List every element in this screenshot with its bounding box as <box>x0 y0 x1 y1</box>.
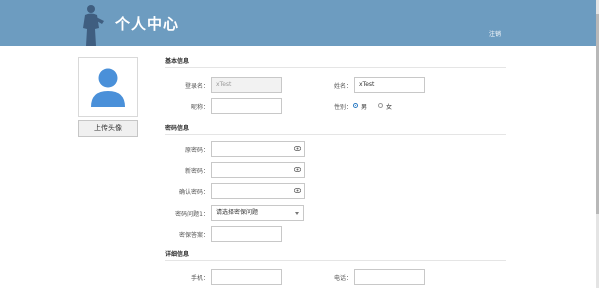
old-password-label: 原密码： <box>184 147 209 154</box>
gender-male-label: 男 <box>361 104 368 111</box>
gender-label: 性别： <box>333 104 352 111</box>
divider <box>165 260 506 261</box>
security-question-select[interactable]: 请选择密保问题 <box>211 205 304 221</box>
divider <box>165 134 506 135</box>
gender-female-label: 女 <box>386 104 393 111</box>
new-password-field[interactable] <box>211 162 305 178</box>
upload-avatar-button[interactable]: 上传头像 <box>78 120 138 137</box>
new-password-label: 新密码： <box>184 168 209 175</box>
section-basic-info: 基本信息 <box>165 58 190 65</box>
mobile-field[interactable] <box>211 269 282 285</box>
person-silhouette-icon <box>83 5 104 46</box>
eye-icon[interactable] <box>294 146 301 151</box>
phone-field[interactable] <box>354 269 425 285</box>
eye-icon[interactable] <box>294 167 301 172</box>
gender-female-radio[interactable] <box>378 103 383 108</box>
page-title: 个人中心 <box>115 15 180 33</box>
section-detail-info: 详细信息 <box>165 251 190 258</box>
phone-label: 电话： <box>333 275 352 282</box>
login-name-label: 登录名： <box>184 83 209 90</box>
security-answer-field[interactable] <box>211 226 282 242</box>
nickname-label: 昵称： <box>190 104 209 111</box>
confirm-password-field[interactable] <box>211 183 305 199</box>
chevron-down-icon <box>295 212 299 215</box>
name-field[interactable]: xTest <box>354 77 425 93</box>
avatar <box>78 57 138 117</box>
logout-link[interactable]: 注销 <box>489 29 501 38</box>
security-question-value: 请选择密保问题 <box>216 209 259 216</box>
old-password-field[interactable] <box>211 141 305 157</box>
mobile-label: 手机： <box>190 275 209 282</box>
divider <box>165 67 506 68</box>
security-answer-label: 密保答案： <box>178 232 209 239</box>
login-name-field[interactable]: xTest <box>211 77 282 93</box>
gender-male-radio[interactable] <box>353 103 358 108</box>
user-avatar-icon <box>91 68 125 107</box>
section-password-info: 密码信息 <box>165 125 190 132</box>
eye-icon[interactable] <box>294 188 301 193</box>
confirm-password-label: 确认密码： <box>178 189 209 196</box>
nickname-field[interactable] <box>211 98 282 114</box>
page-header: 个人中心 注销 <box>0 0 596 46</box>
security-question-label: 密码问题1： <box>175 211 209 218</box>
name-label: 姓名： <box>333 83 352 90</box>
